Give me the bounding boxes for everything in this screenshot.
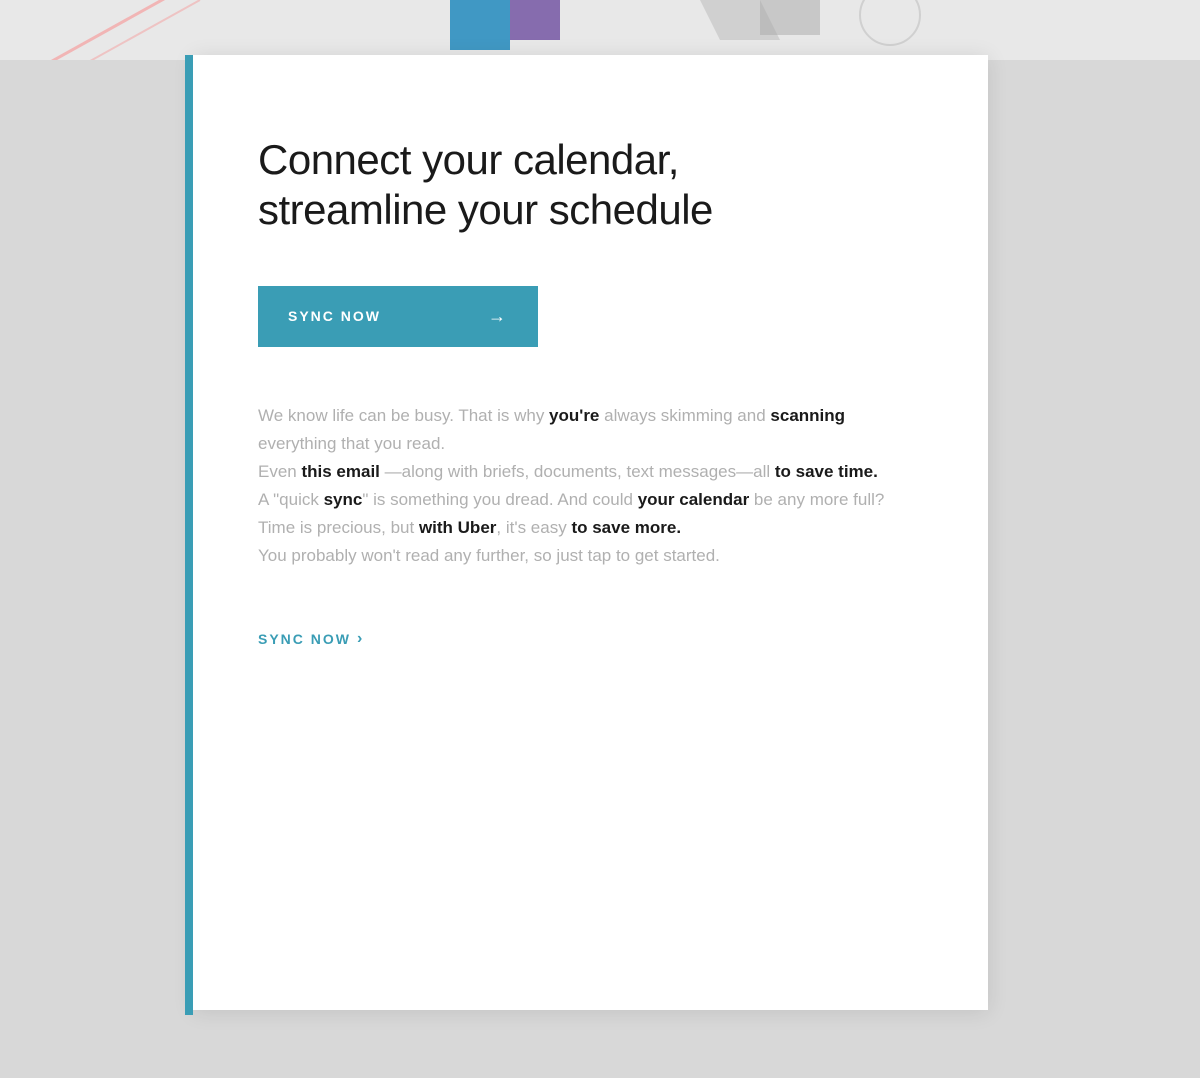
sync-now-primary-button[interactable]: SYNC NOW → — [258, 286, 538, 347]
headline: Connect your calendar, streamline your s… — [258, 135, 923, 236]
sync-now-secondary-button[interactable]: SYNC NOW › — [258, 630, 364, 648]
sync-now-primary-label: SYNC NOW — [288, 308, 381, 324]
arrow-right-icon: → — [488, 306, 508, 327]
body-paragraph: We know life can be busy. That is why yo… — [258, 402, 923, 570]
chevron-right-icon: › — [357, 630, 364, 648]
sync-now-secondary-label: SYNC NOW — [258, 631, 351, 647]
top-illustration — [0, 0, 1200, 60]
left-accent-bar — [185, 55, 193, 1015]
main-card: Connect your calendar, streamline your s… — [193, 55, 988, 1010]
